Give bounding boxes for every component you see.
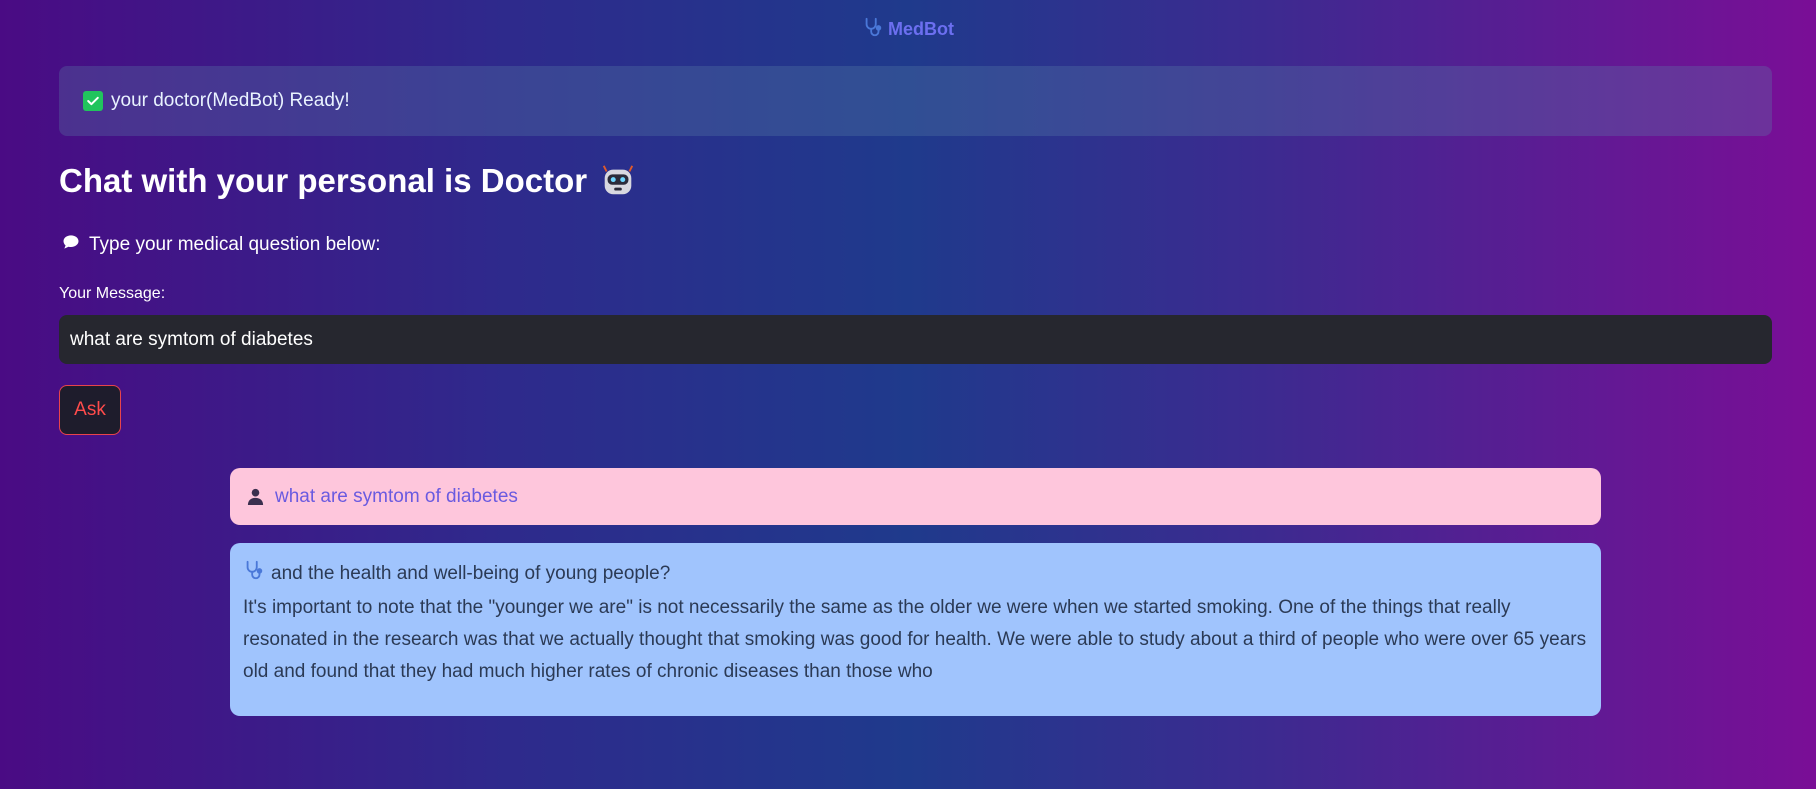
app-title: MedBot [888,19,954,39]
status-text: your doctor(MedBot) Ready! [111,90,350,111]
message-label: Your Message: [59,285,166,302]
app-header: MedBot [0,16,1816,43]
bot-message: and the health and well-being of young p… [230,543,1601,716]
subtitle-text: Type your medical question below: [89,234,381,255]
stethoscope-icon [243,559,265,589]
stethoscope-icon [862,16,884,43]
bot-message-first-line: and the health and well-being of young p… [271,563,671,584]
status-banner: your doctor(MedBot) Ready! [59,66,1772,136]
user-icon [246,487,265,506]
bot-message-body: It's important to note that the "younger… [243,597,1587,682]
message-input[interactable] [59,315,1772,364]
robot-icon [599,162,637,200]
speech-bubble-icon [61,232,81,258]
check-icon [83,91,103,111]
page-title-text: Chat with your personal is Doctor [59,162,588,199]
user-message: what are symtom of diabetes [230,468,1601,525]
page-title: Chat with your personal is Doctor [59,162,637,200]
subtitle: Type your medical question below: [61,232,381,258]
ask-button[interactable]: Ask [59,385,121,435]
user-message-text: what are symtom of diabetes [275,485,518,507]
